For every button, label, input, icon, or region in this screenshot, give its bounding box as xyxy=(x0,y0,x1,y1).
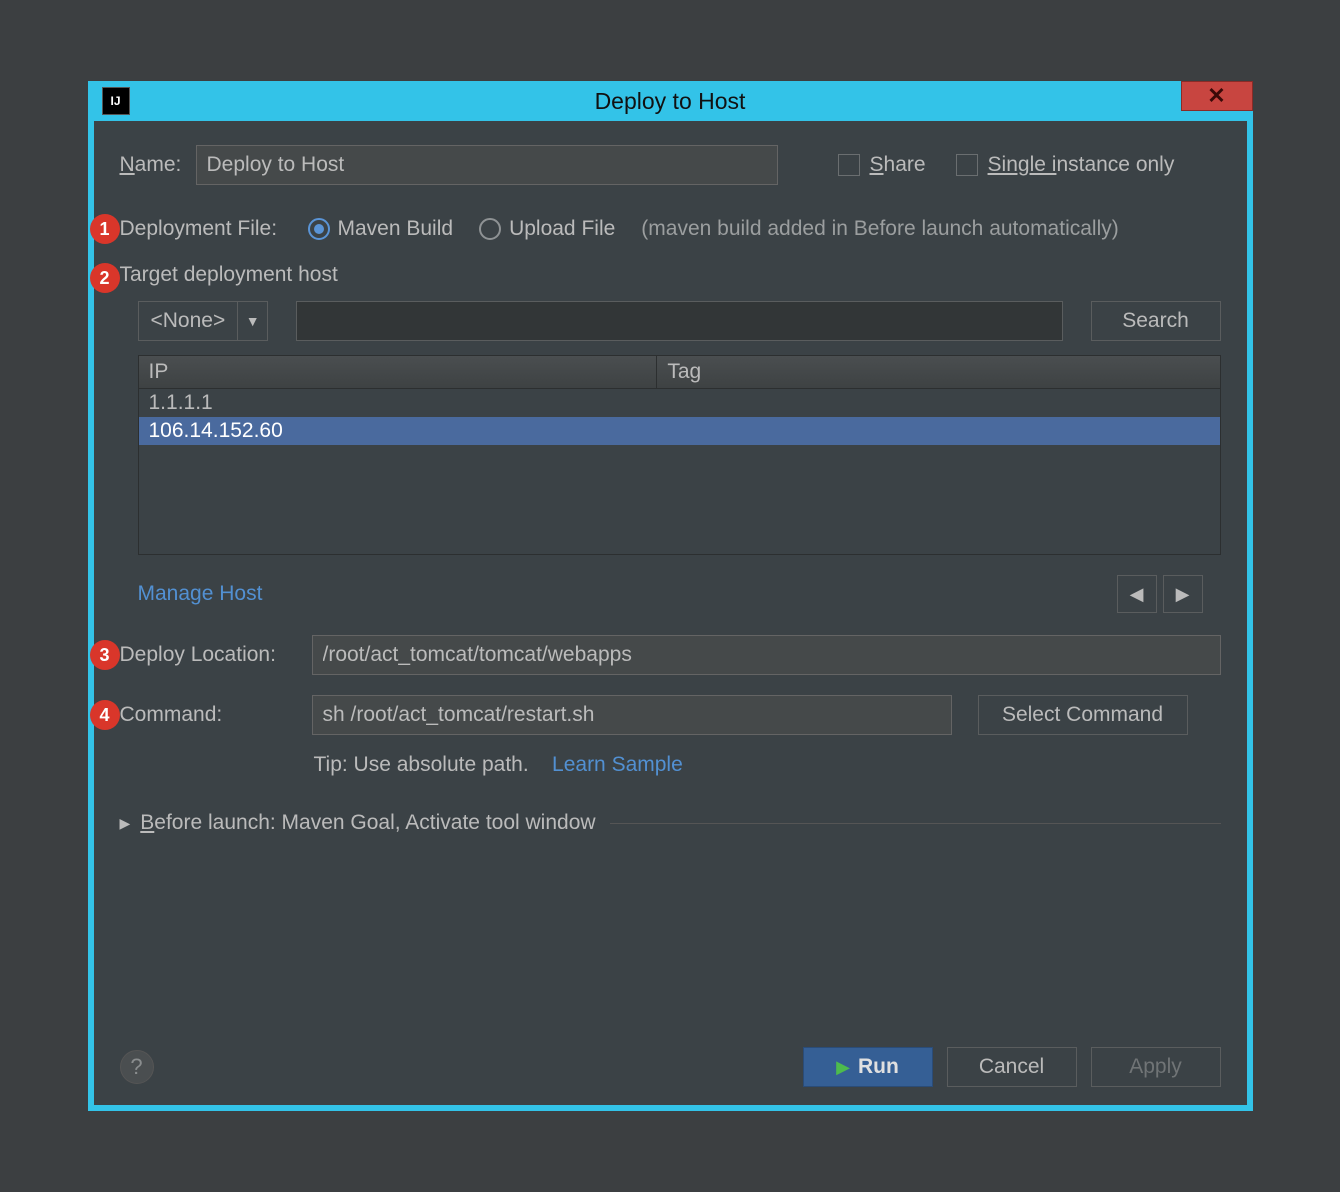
annotation-badge-1: 1 xyxy=(90,214,120,244)
close-button[interactable]: ✕ xyxy=(1181,81,1253,111)
chevron-left-icon: ◀ xyxy=(1130,584,1144,605)
dialog-footer: ? ▶ Run Cancel Apply xyxy=(120,1047,1221,1087)
chevron-down-icon: ▼ xyxy=(237,302,267,340)
deploy-location-input[interactable] xyxy=(312,635,1221,675)
titlebar: IJ Deploy to Host ✕ xyxy=(88,81,1253,121)
name-input[interactable] xyxy=(196,145,778,185)
command-row: 4 Command: Select Command xyxy=(120,695,1221,735)
pager: ◀ ▶ xyxy=(1117,575,1203,613)
table-row[interactable]: 1.1.1.1 xyxy=(139,389,1220,417)
run-button[interactable]: ▶ Run xyxy=(803,1047,933,1087)
manage-row: Manage Host ◀ ▶ xyxy=(138,575,1203,613)
next-button[interactable]: ▶ xyxy=(1163,575,1203,613)
host-dropdown[interactable]: <None> ▼ xyxy=(138,301,269,341)
host-controls: <None> ▼ Search xyxy=(138,301,1221,341)
share-label[interactable]: Share xyxy=(870,153,926,177)
intellij-icon: IJ xyxy=(102,87,130,115)
cell-tag xyxy=(658,419,1210,443)
apply-button[interactable]: Apply xyxy=(1091,1047,1221,1087)
th-tag[interactable]: Tag xyxy=(657,356,1219,388)
help-icon: ? xyxy=(130,1054,142,1080)
deploy-location-row: 3 Deploy Location: xyxy=(120,635,1221,675)
disclosure-triangle-icon[interactable]: ▶ xyxy=(120,815,131,832)
tip-text: Tip: Use absolute path. xyxy=(314,753,529,776)
command-input[interactable] xyxy=(312,695,952,735)
single-instance-checkbox[interactable] xyxy=(956,154,978,176)
annotation-badge-4: 4 xyxy=(90,700,120,730)
maven-build-label[interactable]: Maven Build xyxy=(338,217,454,241)
name-row: Name: Share Single instance only xyxy=(120,145,1221,185)
maven-build-radio[interactable] xyxy=(308,218,330,240)
share-checkbox[interactable] xyxy=(838,154,860,176)
th-ip[interactable]: IP xyxy=(139,356,658,388)
before-launch-label[interactable]: Before launch: Maven Goal, Activate tool… xyxy=(140,811,595,835)
deployment-file-hint: (maven build added in Before launch auto… xyxy=(641,217,1118,241)
cell-ip: 106.14.152.60 xyxy=(149,419,658,443)
table-row[interactable]: 106.14.152.60 xyxy=(139,417,1220,445)
deployment-file-label: Deployment File: xyxy=(120,217,308,241)
search-button[interactable]: Search xyxy=(1091,301,1221,341)
command-label: Command: xyxy=(120,703,312,727)
run-label: Run xyxy=(858,1055,899,1079)
select-command-button[interactable]: Select Command xyxy=(978,695,1188,735)
single-instance-label[interactable]: Single instance only xyxy=(988,153,1175,177)
before-launch-row: ▶ Before launch: Maven Goal, Activate to… xyxy=(120,811,1221,835)
annotation-badge-3: 3 xyxy=(90,640,120,670)
name-label: Name: xyxy=(120,153,196,177)
target-host-label: Target deployment host xyxy=(120,263,338,286)
annotation-badge-2: 2 xyxy=(90,263,120,293)
tip-row: Tip: Use absolute path. Learn Sample xyxy=(314,753,1221,777)
prev-button[interactable]: ◀ xyxy=(1117,575,1157,613)
host-search-input[interactable] xyxy=(296,301,1062,341)
learn-sample-link[interactable]: Learn Sample xyxy=(552,753,683,776)
table-body: 1.1.1.1 106.14.152.60 xyxy=(139,389,1220,554)
host-dropdown-value: <None> xyxy=(139,302,238,340)
host-table: IP Tag 1.1.1.1 106.14.152.60 xyxy=(138,355,1221,555)
cell-ip: 1.1.1.1 xyxy=(149,391,658,415)
target-host-header: 2 Target deployment host xyxy=(120,263,1221,287)
help-button[interactable]: ? xyxy=(120,1050,154,1084)
window-title: Deploy to Host xyxy=(595,88,746,115)
chevron-right-icon: ▶ xyxy=(1176,584,1190,605)
close-icon: ✕ xyxy=(1207,83,1225,109)
deploy-location-label: Deploy Location: xyxy=(120,643,312,667)
manage-host-link[interactable]: Manage Host xyxy=(138,582,263,606)
play-icon: ▶ xyxy=(836,1057,850,1078)
deployment-file-row: 1 Deployment File: Maven Build Upload Fi… xyxy=(120,217,1221,241)
dialog-content: Name: Share Single instance only 1 Deplo… xyxy=(94,121,1247,1105)
cancel-button[interactable]: Cancel xyxy=(947,1047,1077,1087)
upload-file-label[interactable]: Upload File xyxy=(509,217,615,241)
cell-tag xyxy=(658,391,1210,415)
divider xyxy=(610,823,1221,824)
table-header: IP Tag xyxy=(139,356,1220,389)
dialog-window: IJ Deploy to Host ✕ Name: Share Single i… xyxy=(88,81,1253,1111)
upload-file-radio[interactable] xyxy=(479,218,501,240)
